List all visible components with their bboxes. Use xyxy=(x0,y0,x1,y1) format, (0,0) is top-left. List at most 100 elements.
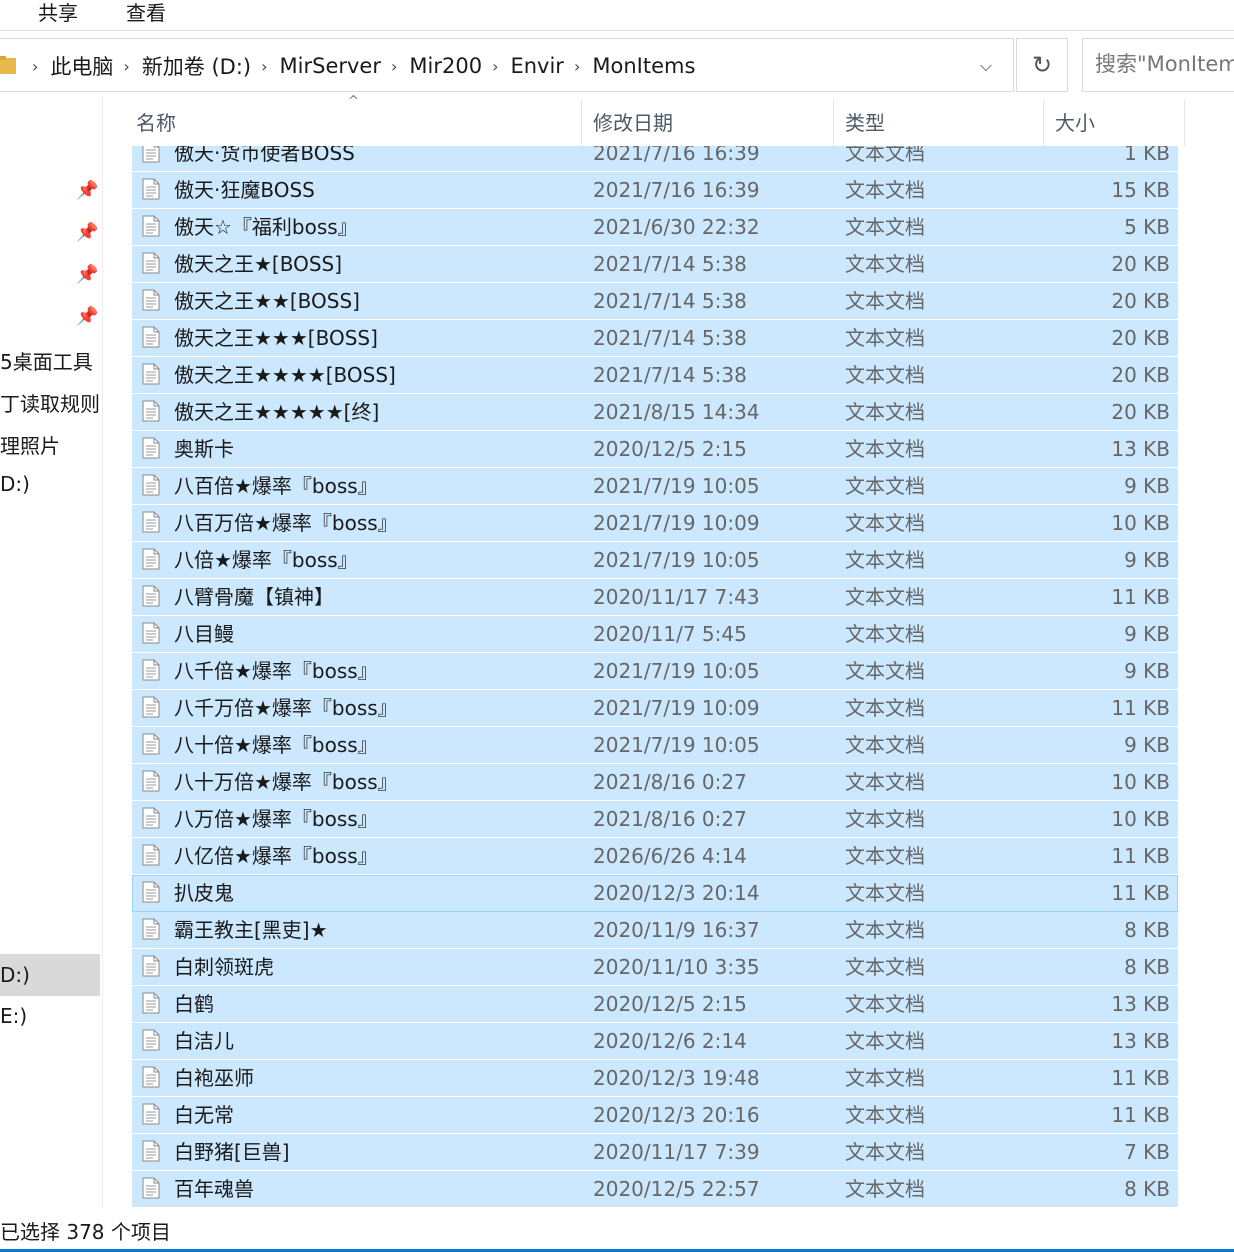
file-row[interactable]: 傲天之王★★★[BOSS] 2021/7/14 5:38 文本文档 20 KB xyxy=(132,320,1178,357)
file-size: 9 KB xyxy=(1124,622,1170,646)
tab-view[interactable]: 查看 xyxy=(126,0,166,26)
crumb-mirserver[interactable]: MirServer xyxy=(280,54,381,78)
chevron-right-icon[interactable]: › xyxy=(492,57,498,76)
file-row[interactable]: 百年魂兽 2020/12/5 22:57 文本文档 8 KB xyxy=(132,1171,1178,1208)
address-bar[interactable]: › 此电脑 › 新加卷 (D:) › MirServer › Mir200 › … xyxy=(0,38,1014,92)
file-row[interactable]: 白洁儿 2020/12/6 2:14 文本文档 13 KB xyxy=(132,1023,1178,1060)
file-row[interactable]: 八百倍★爆率『boss』 2021/7/19 10:05 文本文档 9 KB xyxy=(132,468,1178,505)
text-file-icon xyxy=(142,918,160,940)
file-type: 文本文档 xyxy=(845,437,925,461)
column-divider[interactable] xyxy=(833,100,834,146)
crumb-this-pc[interactable]: 此电脑 xyxy=(50,51,113,81)
file-size: 11 KB xyxy=(1111,844,1170,868)
file-row[interactable]: 霸王教主[黑吏]★ 2020/11/9 16:37 文本文档 8 KB xyxy=(132,912,1178,949)
file-size: 20 KB xyxy=(1111,363,1170,387)
pin-icon[interactable]: 📌 xyxy=(76,180,98,201)
file-row[interactable]: 傲天·狂魔BOSS 2021/7/16 16:39 文本文档 15 KB xyxy=(132,172,1178,209)
column-divider[interactable] xyxy=(1043,100,1044,146)
file-row[interactable]: 白鹤 2020/12/5 2:15 文本文档 13 KB xyxy=(132,986,1178,1023)
file-modified-date: 2020/12/3 20:16 xyxy=(593,1103,760,1127)
file-row[interactable]: 白袍巫师 2020/12/3 19:48 文本文档 11 KB xyxy=(132,1060,1178,1097)
text-file-icon xyxy=(142,622,160,644)
file-type: 文本文档 xyxy=(845,215,925,239)
text-file-icon xyxy=(142,437,160,459)
nav-item-photos[interactable]: 理照片 xyxy=(0,430,60,459)
text-file-icon xyxy=(142,844,160,866)
file-name: 八目鳗 xyxy=(174,622,234,646)
file-size: 13 KB xyxy=(1111,437,1170,461)
file-row[interactable]: 傲天之王★★[BOSS] 2021/7/14 5:38 文本文档 20 KB xyxy=(132,283,1178,320)
file-row[interactable]: 白刺领斑虎 2020/11/10 3:35 文本文档 8 KB xyxy=(132,949,1178,986)
file-name: 白刺领斑虎 xyxy=(174,955,274,979)
nav-item-drive-d-selected[interactable]: D:) xyxy=(0,954,100,996)
pin-icon[interactable]: 📌 xyxy=(76,306,98,327)
column-header-date[interactable]: 修改日期 xyxy=(593,96,673,146)
selection-status: 已选择 378 个项目 xyxy=(0,1220,171,1244)
chevron-right-icon[interactable]: › xyxy=(574,57,580,76)
file-modified-date: 2021/7/19 10:05 xyxy=(593,474,760,498)
file-size: 13 KB xyxy=(1111,992,1170,1016)
text-file-icon xyxy=(142,770,160,792)
column-divider[interactable] xyxy=(1184,100,1185,146)
file-row[interactable]: 八万倍★爆率『boss』 2021/8/16 0:27 文本文档 10 KB xyxy=(132,801,1178,838)
file-type: 文本文档 xyxy=(845,252,925,276)
file-row[interactable]: 八十倍★爆率『boss』 2021/7/19 10:05 文本文档 9 KB xyxy=(132,727,1178,764)
file-row[interactable]: 八十万倍★爆率『boss』 2021/8/16 0:27 文本文档 10 KB xyxy=(132,764,1178,801)
crumb-monitems[interactable]: MonItems xyxy=(592,54,695,78)
pane-divider[interactable] xyxy=(102,96,103,1208)
text-file-icon xyxy=(142,178,160,200)
file-row[interactable]: 八百万倍★爆率『boss』 2021/7/19 10:09 文本文档 10 KB xyxy=(132,505,1178,542)
file-type: 文本文档 xyxy=(845,1029,925,1053)
file-row[interactable]: 八千倍★爆率『boss』 2021/7/19 10:05 文本文档 9 KB xyxy=(132,653,1178,690)
search-input[interactable] xyxy=(1093,51,1234,77)
file-row[interactable]: 白无常 2020/12/3 20:16 文本文档 11 KB xyxy=(132,1097,1178,1134)
file-row[interactable]: 八目鳗 2020/11/7 5:45 文本文档 9 KB xyxy=(132,616,1178,653)
file-row[interactable]: 傲天之王★★★★[BOSS] 2021/7/14 5:38 文本文档 20 KB xyxy=(132,357,1178,394)
chevron-right-icon[interactable]: › xyxy=(261,57,267,76)
file-row[interactable]: 八亿倍★爆率『boss』 2026/6/26 4:14 文本文档 11 KB xyxy=(132,838,1178,875)
crumb-drive-d[interactable]: 新加卷 (D:) xyxy=(142,51,251,81)
breadcrumb: › 此电脑 › 新加卷 (D:) › MirServer › Mir200 › … xyxy=(32,39,695,93)
file-type: 文本文档 xyxy=(845,881,925,905)
file-modified-date: 2021/7/19 10:05 xyxy=(593,548,760,572)
file-name: 傲天之王★★★★[BOSS] xyxy=(174,363,396,387)
file-type: 文本文档 xyxy=(845,289,925,313)
file-row[interactable]: 傲天·货币使者BOSS 2021/7/16 16:39 文本文档 1 KB xyxy=(132,146,1178,172)
file-row[interactable]: 白野猪[巨兽] 2020/11/17 7:39 文本文档 7 KB xyxy=(132,1134,1178,1171)
column-divider[interactable] xyxy=(581,100,582,146)
file-size: 9 KB xyxy=(1124,548,1170,572)
pin-icon[interactable]: 📌 xyxy=(76,264,98,285)
file-row[interactable]: 八倍★爆率『boss』 2021/7/19 10:05 文本文档 9 KB xyxy=(132,542,1178,579)
file-row[interactable]: 八千万倍★爆率『boss』 2021/7/19 10:09 文本文档 11 KB xyxy=(132,690,1178,727)
nav-item-drive-e[interactable]: E:) xyxy=(0,1004,27,1028)
crumb-mir200[interactable]: Mir200 xyxy=(409,54,482,78)
nav-item-read-rules[interactable]: 丁读取规则 xyxy=(0,388,100,417)
refresh-button[interactable]: ↻ xyxy=(1016,38,1068,92)
file-row[interactable]: 奥斯卡 2020/12/5 2:15 文本文档 13 KB xyxy=(132,431,1178,468)
file-type: 文本文档 xyxy=(845,363,925,387)
file-name: 八臂骨魔【镇神】 xyxy=(174,585,334,609)
chevron-down-icon[interactable]: ⌵ xyxy=(970,53,1002,79)
chevron-right-icon[interactable]: › xyxy=(391,57,397,76)
file-row[interactable]: 傲天☆『福利boss』 2021/6/30 22:32 文本文档 5 KB xyxy=(132,209,1178,246)
nav-item-desktop-tools[interactable]: 5桌面工具 xyxy=(0,346,93,375)
pin-icon[interactable]: 📌 xyxy=(76,222,98,243)
search-box[interactable] xyxy=(1082,38,1234,92)
chevron-right-icon[interactable]: › xyxy=(32,57,38,76)
file-row[interactable]: 八臂骨魔【镇神】 2020/11/17 7:43 文本文档 11 KB xyxy=(132,579,1178,616)
file-modified-date: 2020/12/5 2:15 xyxy=(593,992,747,1016)
column-header-name[interactable]: 名称 xyxy=(136,96,176,146)
tab-share[interactable]: 共享 xyxy=(38,0,78,26)
chevron-right-icon[interactable]: › xyxy=(123,57,129,76)
ribbon: 共享 查看 xyxy=(0,0,1234,31)
column-header-size[interactable]: 大小 xyxy=(1055,96,1095,146)
column-header-type[interactable]: 类型 xyxy=(845,96,885,146)
file-row[interactable]: 傲天之王★★★★★[终] 2021/8/15 14:34 文本文档 20 KB xyxy=(132,394,1178,431)
text-file-icon xyxy=(142,585,160,607)
file-name: 傲天之王★★[BOSS] xyxy=(174,289,360,313)
file-row[interactable]: 扒皮鬼 2020/12/3 20:14 文本文档 11 KB xyxy=(132,875,1178,912)
nav-item-drive[interactable]: D:) xyxy=(0,472,30,496)
column-header-row: ^ 名称 修改日期 类型 大小 xyxy=(104,94,1234,146)
crumb-envir[interactable]: Envir xyxy=(510,54,563,78)
file-row[interactable]: 傲天之王★[BOSS] 2021/7/14 5:38 文本文档 20 KB xyxy=(132,246,1178,283)
